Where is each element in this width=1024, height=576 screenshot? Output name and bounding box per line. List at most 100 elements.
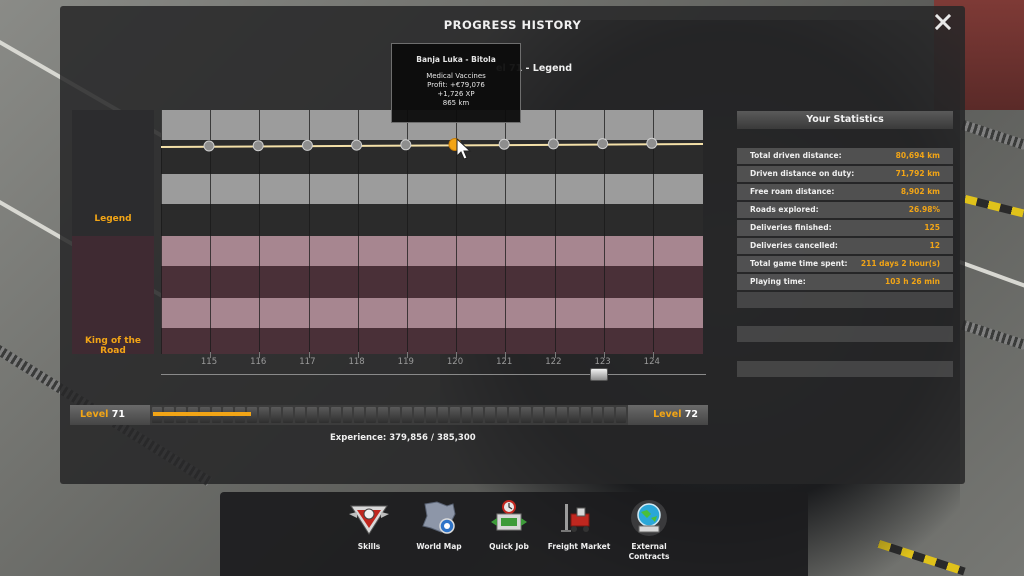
stat-row-empty	[737, 326, 953, 342]
freight-market-icon	[561, 504, 590, 532]
stat-label: Free roam distance:	[750, 187, 835, 196]
rank-label-legend: Legend	[94, 214, 132, 224]
external-contracts-icon	[631, 500, 667, 536]
rank-label-king-of-the-road: King of the Road	[84, 336, 142, 356]
stat-value: 8,902 km	[900, 187, 940, 196]
nav-quick-job-label: Quick Job	[489, 542, 529, 551]
level-segment	[318, 407, 329, 423]
stat-row: Total game time spent: 211 days 2 hour(s)	[737, 256, 953, 272]
current-level-label: Level 71	[70, 405, 150, 425]
level-segment	[342, 407, 353, 423]
next-level-label: Level 72	[628, 405, 708, 425]
stat-label: Total game time spent:	[750, 259, 848, 268]
level-point[interactable]	[400, 139, 412, 151]
level-segment	[604, 407, 615, 423]
level-point[interactable]	[252, 140, 264, 152]
stat-value: 26.98%	[908, 205, 940, 214]
stat-label: Roads explored:	[750, 205, 819, 214]
level-segment	[306, 407, 317, 423]
stat-row-empty	[737, 361, 953, 377]
bottom-navigation: Skills World Map Quick Job Freight Marke…	[220, 492, 808, 576]
x-axis-label: 121	[496, 357, 513, 367]
level-point[interactable]	[646, 137, 658, 149]
x-axis-tick	[653, 352, 654, 358]
stat-row: Deliveries finished: 125	[737, 220, 953, 236]
level-segment	[390, 407, 401, 423]
tooltip-xp: +1,726 XP	[437, 90, 475, 98]
rank-column-legend: Legend	[72, 110, 154, 236]
x-axis-tick	[456, 352, 458, 358]
x-axis-label: 116	[250, 357, 267, 367]
stat-row: Driven distance on duty: 71,792 km	[737, 166, 953, 182]
nav-external-contracts-button[interactable]: External Contracts	[614, 498, 684, 570]
nav-world-map-button[interactable]: World Map	[404, 498, 474, 570]
nav-freight-market-label: Freight Market	[547, 542, 611, 551]
level-segment	[473, 407, 484, 423]
level-segment	[366, 407, 377, 423]
level-point[interactable]	[203, 140, 215, 152]
nav-skills-button[interactable]: Skills	[334, 498, 404, 570]
level-segment	[282, 407, 293, 423]
nav-freight-market-button[interactable]: Freight Market	[544, 498, 614, 570]
x-axis-tick	[357, 352, 359, 358]
level-segment	[533, 407, 543, 423]
level-segment	[413, 407, 424, 423]
close-icon[interactable]	[933, 12, 953, 32]
stat-label: Driven distance on duty:	[750, 169, 855, 178]
level-segment	[592, 407, 603, 423]
nav-skills-label: Skills	[357, 542, 381, 551]
nav-external-contracts-label: External Contracts	[628, 542, 670, 561]
nav-quick-job-button[interactable]: Quick Job	[474, 498, 544, 570]
tooltip-profit: Profit: +€79,076	[427, 81, 485, 89]
level-segment	[294, 407, 305, 423]
level-segment	[402, 407, 412, 423]
mouse-cursor-icon	[456, 138, 472, 160]
level-segment	[330, 407, 341, 423]
stat-row-empty	[737, 292, 953, 308]
next-level-prefix: Level	[653, 409, 682, 420]
stat-row: Total driven distance: 80,694 km	[737, 148, 953, 164]
progress-history-panel: PROGRESS HISTORY Legend King of the Road…	[60, 6, 965, 484]
experience-text: Experience: 379,856 / 385,300	[330, 433, 476, 443]
level-segment	[616, 407, 627, 423]
stat-value: 103 h 26 min	[885, 277, 940, 286]
stat-value: 211 days 2 hour(s)	[860, 259, 940, 268]
chart-scroll-track[interactable]	[161, 374, 706, 375]
statistics-title: Your Statistics	[737, 111, 953, 129]
progress-line-chart	[161, 137, 703, 152]
stat-row: Roads explored: 26.98%	[737, 202, 953, 218]
current-level-prefix: Level	[80, 409, 109, 420]
level-segment	[461, 407, 472, 423]
rank-column-king: King of the Road	[72, 236, 154, 356]
level-segment	[509, 407, 520, 423]
x-axis-tick	[210, 352, 212, 358]
x-axis-label: 115	[200, 357, 218, 367]
level-segment	[521, 407, 531, 423]
level-segment	[354, 407, 365, 423]
current-level-number: 71	[111, 409, 125, 420]
stat-value: 12	[929, 241, 940, 250]
panel-title: PROGRESS HISTORY	[443, 18, 582, 32]
level-point[interactable]	[498, 138, 510, 150]
stat-label: Deliveries finished:	[750, 223, 832, 232]
stat-value: 71,792 km	[895, 169, 940, 178]
x-axis-tick	[407, 352, 408, 358]
x-axis-tick	[554, 352, 556, 358]
level-segment	[425, 407, 436, 423]
chart-scroll-thumb[interactable]	[590, 368, 608, 381]
level-point[interactable]	[597, 138, 609, 150]
level-point[interactable]	[301, 139, 313, 151]
x-axis-tick	[308, 352, 310, 358]
x-axis-tick	[259, 352, 261, 358]
level-point[interactable]	[547, 138, 559, 150]
level-segment	[449, 407, 460, 423]
level-segment	[485, 407, 496, 423]
tooltip-cargo: Medical Vaccines	[426, 72, 486, 80]
x-axis-label: 123	[594, 357, 611, 367]
next-level-number: 72	[684, 409, 698, 420]
skills-emblem-icon	[349, 505, 389, 535]
stat-value: 80,694 km	[895, 151, 940, 160]
stat-label: Playing time:	[750, 277, 806, 286]
level-point[interactable]	[351, 139, 363, 151]
x-axis-label: 122	[545, 357, 562, 367]
